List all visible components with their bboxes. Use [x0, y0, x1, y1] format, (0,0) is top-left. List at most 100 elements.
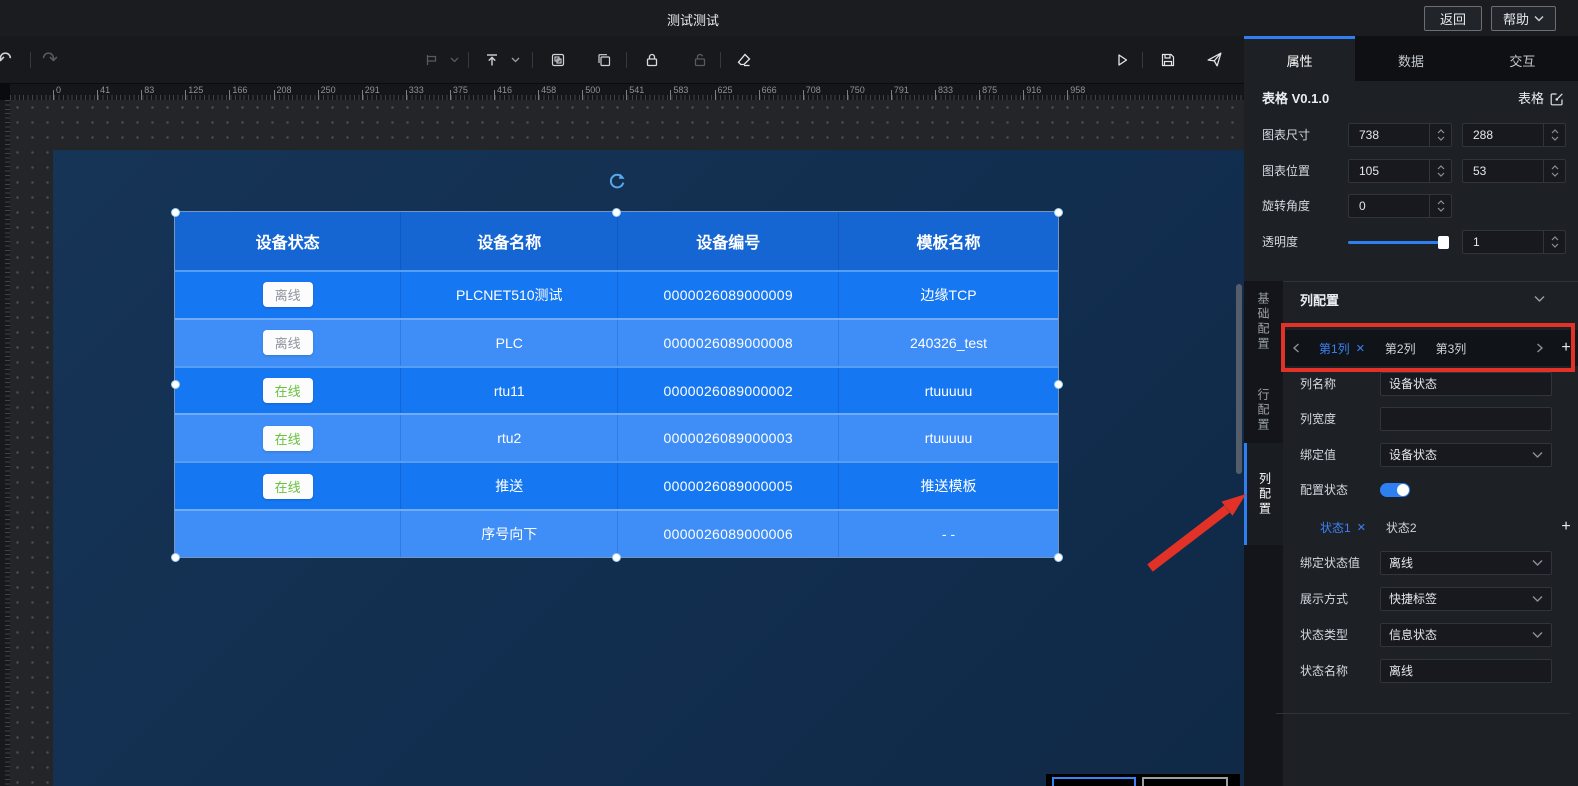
selection-handle[interactable] [171, 208, 180, 217]
topbar: 测试测试 返回 帮助 [0, 0, 1578, 36]
edit-icon[interactable] [1550, 92, 1564, 106]
panel-body: 表格 V0.1.0 表格 图表尺寸 738 288 图表位置 105 [1244, 81, 1578, 786]
stepper[interactable] [1543, 160, 1565, 182]
sidebar-item-row-config[interactable]: 行配置 [1244, 384, 1283, 436]
stepper[interactable] [1543, 231, 1565, 253]
chevron-right-icon[interactable] [1526, 343, 1552, 353]
config-status-toggle[interactable] [1380, 483, 1410, 497]
device-code-cell: 0000026089000005 [617, 463, 838, 509]
stepper[interactable] [1429, 124, 1451, 146]
sidebar-item-basic-config[interactable]: 基础配置 [1244, 288, 1283, 356]
chart-width-input[interactable]: 738 [1348, 123, 1452, 147]
column-config-title: 列配置 [1300, 290, 1339, 309]
tab-properties[interactable]: 属性 [1244, 36, 1355, 81]
ruler-tick [979, 90, 980, 100]
rotate-handle-icon[interactable] [606, 170, 628, 192]
sidebar-item-column-config[interactable]: 列配置 [1244, 443, 1283, 545]
ruler-tick [318, 90, 319, 100]
select-field[interactable]: 快捷标签 [1380, 587, 1552, 611]
column-tab[interactable]: 第1列✕ [1319, 340, 1365, 357]
unlock-icon[interactable] [688, 48, 712, 72]
status-tab[interactable]: 状态1✕ [1320, 519, 1366, 536]
align-top-icon[interactable] [480, 48, 504, 72]
close-icon[interactable]: ✕ [1357, 521, 1366, 534]
stepper[interactable] [1543, 124, 1565, 146]
selection-handle[interactable] [1054, 380, 1063, 389]
chevron-down-icon[interactable] [1534, 295, 1545, 303]
design-canvas[interactable]: 设备状态设备名称设备编号模板名称 离线PLCNET510测试0000026089… [53, 150, 1244, 786]
selection-handle[interactable] [612, 553, 621, 562]
chevron-left-icon[interactable] [1283, 343, 1309, 353]
table-row: 离线PLCNET510测试0000026089000009边缘TCP [175, 270, 1058, 318]
opacity-slider-thumb[interactable] [1438, 236, 1449, 249]
minimap[interactable] [1046, 774, 1240, 786]
field-label: 配置状态 [1300, 478, 1348, 502]
publish-icon[interactable] [1202, 48, 1226, 72]
column-tab[interactable]: 第3列 [1436, 340, 1467, 357]
chart-y-input[interactable]: 53 [1462, 159, 1566, 183]
input-field[interactable]: 设备状态 [1380, 372, 1552, 396]
play-icon[interactable] [1110, 48, 1134, 72]
opacity-slider[interactable] [1348, 241, 1448, 244]
opacity-input[interactable]: 1 [1462, 230, 1566, 254]
input-field[interactable] [1380, 407, 1552, 431]
page-title: 测试测试 [667, 10, 719, 29]
lock-icon[interactable] [640, 48, 664, 72]
select-field[interactable]: 离线 [1380, 551, 1552, 575]
chevron-down-icon[interactable] [442, 48, 466, 72]
table-header-cell: 设备编号 [617, 212, 838, 270]
chevron-down-icon [1532, 594, 1543, 604]
minimap-viewport[interactable] [1052, 777, 1136, 786]
undo-icon[interactable]: ↶ [0, 48, 16, 72]
select-field[interactable]: 信息状态 [1380, 623, 1552, 647]
chevron-down-icon[interactable] [503, 48, 527, 72]
align-flag-icon[interactable] [420, 48, 444, 72]
panel-scrollbar[interactable] [1236, 284, 1242, 474]
selection-handle[interactable] [612, 208, 621, 217]
chart-height-input[interactable]: 288 [1462, 123, 1566, 147]
field-label: 绑定值 [1300, 443, 1336, 467]
field-value: 信息状态 [1389, 624, 1437, 646]
close-icon[interactable]: ✕ [1356, 342, 1365, 355]
size-label: 图表尺寸 [1262, 123, 1310, 147]
save-icon[interactable] [1156, 48, 1180, 72]
device-code-cell: 0000026089000006 [617, 511, 838, 557]
status-badge: 离线 [263, 330, 313, 355]
selection-handle[interactable] [1054, 208, 1063, 217]
chevron-down-icon [1532, 630, 1543, 640]
device-name-cell: 序号向下 [400, 511, 617, 557]
minimap-frame[interactable] [1142, 777, 1228, 786]
ruler-tick [494, 90, 495, 100]
stepper[interactable] [1429, 195, 1451, 217]
table-widget[interactable]: 设备状态设备名称设备编号模板名称 离线PLCNET510测试0000026089… [175, 212, 1058, 557]
column-tab[interactable]: 第2列 [1385, 340, 1416, 357]
stepper[interactable] [1429, 160, 1451, 182]
tab-data[interactable]: 数据 [1355, 36, 1466, 81]
status-tab[interactable]: 状态2 [1386, 519, 1417, 536]
tab-interaction[interactable]: 交互 [1467, 36, 1578, 81]
field-label: 列名称 [1300, 372, 1336, 396]
select-field[interactable]: 设备状态 [1380, 443, 1552, 467]
ruler-tick [406, 90, 407, 100]
add-status-button[interactable]: + [1554, 518, 1578, 536]
add-column-button[interactable]: + [1554, 339, 1578, 357]
toggle-knob [1397, 484, 1409, 496]
status-cell: 在线 [175, 368, 400, 414]
eraser-icon[interactable] [732, 48, 756, 72]
selection-handle[interactable] [1054, 553, 1063, 562]
back-button[interactable]: 返回 [1424, 6, 1482, 31]
status-cell [175, 511, 400, 557]
field-label: 绑定状态值 [1300, 551, 1360, 575]
help-button[interactable]: 帮助 [1491, 6, 1556, 31]
selection-handle[interactable] [171, 380, 180, 389]
config-side-tabs: 基础配置 行配置 列配置 [1244, 281, 1283, 786]
ruler-label: 83 [144, 85, 154, 95]
redo-icon[interactable]: ↷ [38, 48, 62, 72]
rotate-input[interactable]: 0 [1348, 194, 1452, 218]
ruler-label: 666 [762, 85, 777, 95]
group-icon[interactable] [546, 48, 570, 72]
copy-icon[interactable] [592, 48, 616, 72]
chart-x-input[interactable]: 105 [1348, 159, 1452, 183]
input-field[interactable]: 离线 [1380, 659, 1552, 683]
selection-handle[interactable] [171, 553, 180, 562]
